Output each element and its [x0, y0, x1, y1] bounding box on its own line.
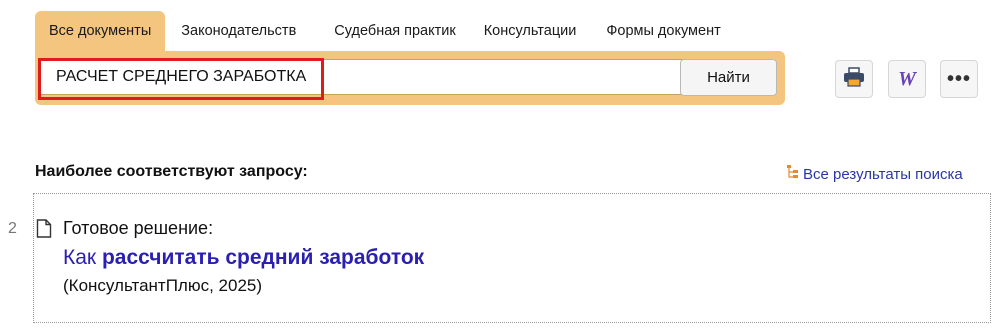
result-title-prefix: Как	[63, 246, 102, 269]
tab-legislation[interactable]: Законодательств	[165, 11, 318, 51]
result-title-bold: рассчитать средний заработок	[101, 246, 425, 269]
document-icon	[36, 219, 52, 243]
results-heading: Наиболее соответствуют запросу:	[35, 163, 308, 180]
more-button[interactable]: •••	[940, 60, 978, 98]
export-word-button[interactable]: W	[888, 60, 926, 98]
search-input-wrapper: ×	[39, 59, 705, 95]
more-dots-icon: •••	[946, 68, 971, 90]
tab-court-practice[interactable]: Судебная практик	[318, 11, 469, 51]
tab-all-documents[interactable]: Все документы	[35, 11, 166, 51]
tab-document-forms[interactable]: Формы документ	[590, 11, 734, 51]
search-bar: × Найти	[35, 51, 785, 105]
search-input[interactable]	[40, 60, 660, 94]
print-button[interactable]	[835, 60, 873, 98]
result-number: 2	[8, 220, 17, 237]
word-icon: W	[898, 67, 916, 90]
tab-consultations[interactable]: Консультации	[470, 11, 591, 51]
tree-icon	[786, 164, 800, 184]
find-button[interactable]: Найти	[680, 59, 777, 96]
result-title-link[interactable]: Как рассчитать средний заработок	[63, 246, 424, 270]
result-source: (КонсультантПлюс, 2025)	[63, 276, 263, 295]
result-type: Готовое решение:	[63, 218, 214, 238]
all-results-label: Все результаты поиска	[803, 165, 963, 183]
search-tabs: Все документы Законодательств Судебная п…	[35, 11, 735, 51]
all-results-link[interactable]: Все результаты поиска	[786, 164, 963, 184]
print-icon	[843, 66, 865, 92]
